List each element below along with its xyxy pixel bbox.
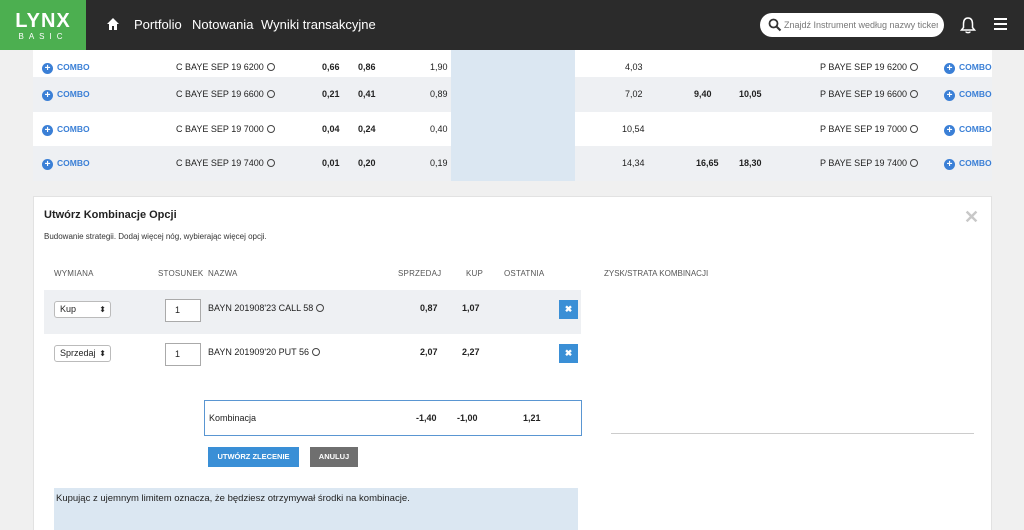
select-arrows-icon: ⬍ — [99, 349, 106, 358]
put-last: 7,02 — [625, 89, 643, 99]
put-bid[interactable]: 16,65 — [696, 146, 719, 181]
bell-icon[interactable] — [960, 16, 976, 34]
combo-call-button[interactable]: + COMBO — [42, 146, 90, 181]
lynx-logo[interactable]: LYNX BASIC — [0, 0, 86, 50]
info-icon[interactable] — [266, 159, 275, 167]
instrument-search — [760, 13, 944, 37]
leg-row: Kup ⬍ 1 BAYN 201908'23 CALL 58 0,87 1,07 … — [44, 290, 581, 334]
call-bid[interactable]: 0,21 — [322, 77, 340, 112]
call-symbol[interactable]: C BAYE SEP 19 6600 — [176, 77, 275, 112]
ratio-input[interactable]: 1 — [165, 299, 201, 322]
strike-column-highlight — [451, 50, 575, 181]
call-symbol[interactable]: C BAYE SEP 19 7000 — [176, 112, 275, 147]
call-bid[interactable]: 0,04 — [322, 112, 340, 147]
header-nazwa: NAZWA — [208, 269, 238, 278]
remove-leg-button[interactable]: ✖ — [559, 300, 578, 319]
combo-put-button[interactable]: + COMBO — [944, 77, 992, 112]
logo-subtext: BASIC — [18, 32, 68, 41]
search-input[interactable] — [784, 17, 938, 33]
cancel-button[interactable]: ANULUJ — [310, 447, 358, 467]
remove-leg-button[interactable]: ✖ — [559, 344, 578, 363]
plus-circle-icon: + — [42, 63, 53, 74]
info-icon[interactable] — [910, 90, 919, 98]
combination-label: Kombinacja — [209, 413, 257, 423]
call-ask[interactable]: 0,20 — [358, 146, 376, 181]
action-select[interactable]: Kup ⬍ — [54, 301, 111, 318]
plus-circle-icon: + — [944, 125, 955, 136]
nav-portfolio[interactable]: Portfolio — [134, 17, 182, 32]
close-icon[interactable]: ✕ — [964, 207, 979, 228]
put-last: 10,54 — [622, 124, 645, 134]
search-icon — [768, 18, 782, 32]
info-icon[interactable] — [910, 63, 919, 71]
create-order-button[interactable]: UTWÓRZ ZLECENIE — [208, 447, 299, 467]
combo-call-button[interactable]: + COMBO — [42, 112, 90, 147]
put-symbol[interactable]: P BAYE SEP 19 6600 — [820, 77, 919, 112]
header-stosunek: STOSUNEK — [158, 269, 204, 278]
plus-circle-icon: + — [42, 159, 53, 170]
hamburger-menu-icon[interactable] — [994, 18, 1007, 30]
info-message: Kupując z ujemnym limitem oznacza, że bę… — [54, 488, 578, 530]
info-icon[interactable] — [266, 125, 275, 133]
info-icon[interactable] — [910, 125, 919, 133]
combination-summary: Kombinacja -1,40 -1,00 1,21 — [204, 400, 582, 436]
leg-name: BAYN 201908'23 CALL 58 — [208, 290, 325, 326]
leg-row: Sprzedaj ⬍ 1 BAYN 201909'20 PUT 56 2,07 2… — [44, 334, 581, 378]
put-bid[interactable]: 9,40 — [694, 77, 712, 112]
call-ask[interactable]: 0,41 — [358, 77, 376, 112]
leg-buy-price: 1,07 — [462, 303, 480, 313]
top-nav-bar: LYNX BASIC Portfolio Notowania Wyniki tr… — [0, 0, 1024, 50]
combo-put-button[interactable]: + COMBO — [944, 112, 992, 147]
info-icon[interactable] — [316, 304, 325, 312]
home-icon[interactable] — [106, 17, 120, 31]
call-last: 0,19 — [430, 158, 448, 168]
put-symbol[interactable]: P BAYE SEP 19 7400 — [820, 146, 919, 181]
info-icon[interactable] — [311, 348, 320, 356]
combination-last: 1,21 — [523, 413, 541, 423]
leg-buy-price: 2,27 — [462, 347, 480, 357]
put-symbol[interactable]: P BAYE SEP 19 7000 — [820, 112, 919, 147]
put-last: 14,34 — [622, 158, 645, 168]
leg-name: BAYN 201909'20 PUT 56 — [208, 334, 320, 370]
info-icon[interactable] — [910, 159, 919, 167]
nav-wyniki-transakcyjne[interactable]: Wyniki transakcyjne — [261, 17, 376, 32]
put-ask[interactable]: 10,05 — [739, 77, 762, 112]
plus-circle-icon: + — [42, 90, 53, 101]
combo-call-button[interactable]: + COMBO — [42, 77, 90, 112]
select-arrows-icon: ⬍ — [99, 305, 106, 314]
call-symbol[interactable]: C BAYE SEP 19 7400 — [176, 146, 275, 181]
put-ask[interactable]: 18,30 — [739, 146, 762, 181]
panel-subtitle: Budowanie strategii. Dodaj więcej nóg, w… — [44, 232, 267, 241]
nav-notowania[interactable]: Notowania — [192, 17, 253, 32]
leg-sell-price: 0,87 — [420, 303, 438, 313]
header-sprzedaj: SPRZEDAJ — [398, 269, 442, 278]
info-icon[interactable] — [266, 63, 275, 71]
plus-circle-icon: + — [944, 90, 955, 101]
plus-circle-icon: + — [944, 63, 955, 74]
profit-loss-chart-axis — [611, 433, 974, 434]
leg-sell-price: 2,07 — [420, 347, 438, 357]
action-select[interactable]: Sprzedaj ⬍ — [54, 345, 111, 362]
combo-put-button[interactable]: + COMBO — [944, 146, 992, 181]
header-wymiana: WYMIANA — [54, 269, 94, 278]
option-chain-table: + COMBO C BAYE SEP 19 6200 0,66 0,86 1,90… — [33, 50, 992, 181]
header-ostatnia: OSTATNIA — [504, 269, 545, 278]
logo-text: LYNX — [15, 10, 71, 32]
info-icon[interactable] — [266, 90, 275, 98]
header-kup: KUP — [466, 269, 484, 278]
call-bid[interactable]: 0,01 — [322, 146, 340, 181]
plus-circle-icon: + — [42, 125, 53, 136]
ratio-input[interactable]: 1 — [165, 343, 201, 366]
call-ask[interactable]: 0,24 — [358, 112, 376, 147]
profit-loss-title: ZYSK/STRATA KOMBINACJI — [604, 269, 709, 278]
combination-sell: -1,40 — [416, 413, 437, 423]
call-last: 0,40 — [430, 124, 448, 134]
call-last: 0,89 — [430, 89, 448, 99]
panel-title: Utwórz Kombinacje Opcji — [44, 209, 177, 221]
combination-builder-panel: Utwórz Kombinacje Opcji Budowanie strate… — [33, 196, 992, 530]
combination-buy: -1,00 — [457, 413, 478, 423]
plus-circle-icon: + — [944, 159, 955, 170]
